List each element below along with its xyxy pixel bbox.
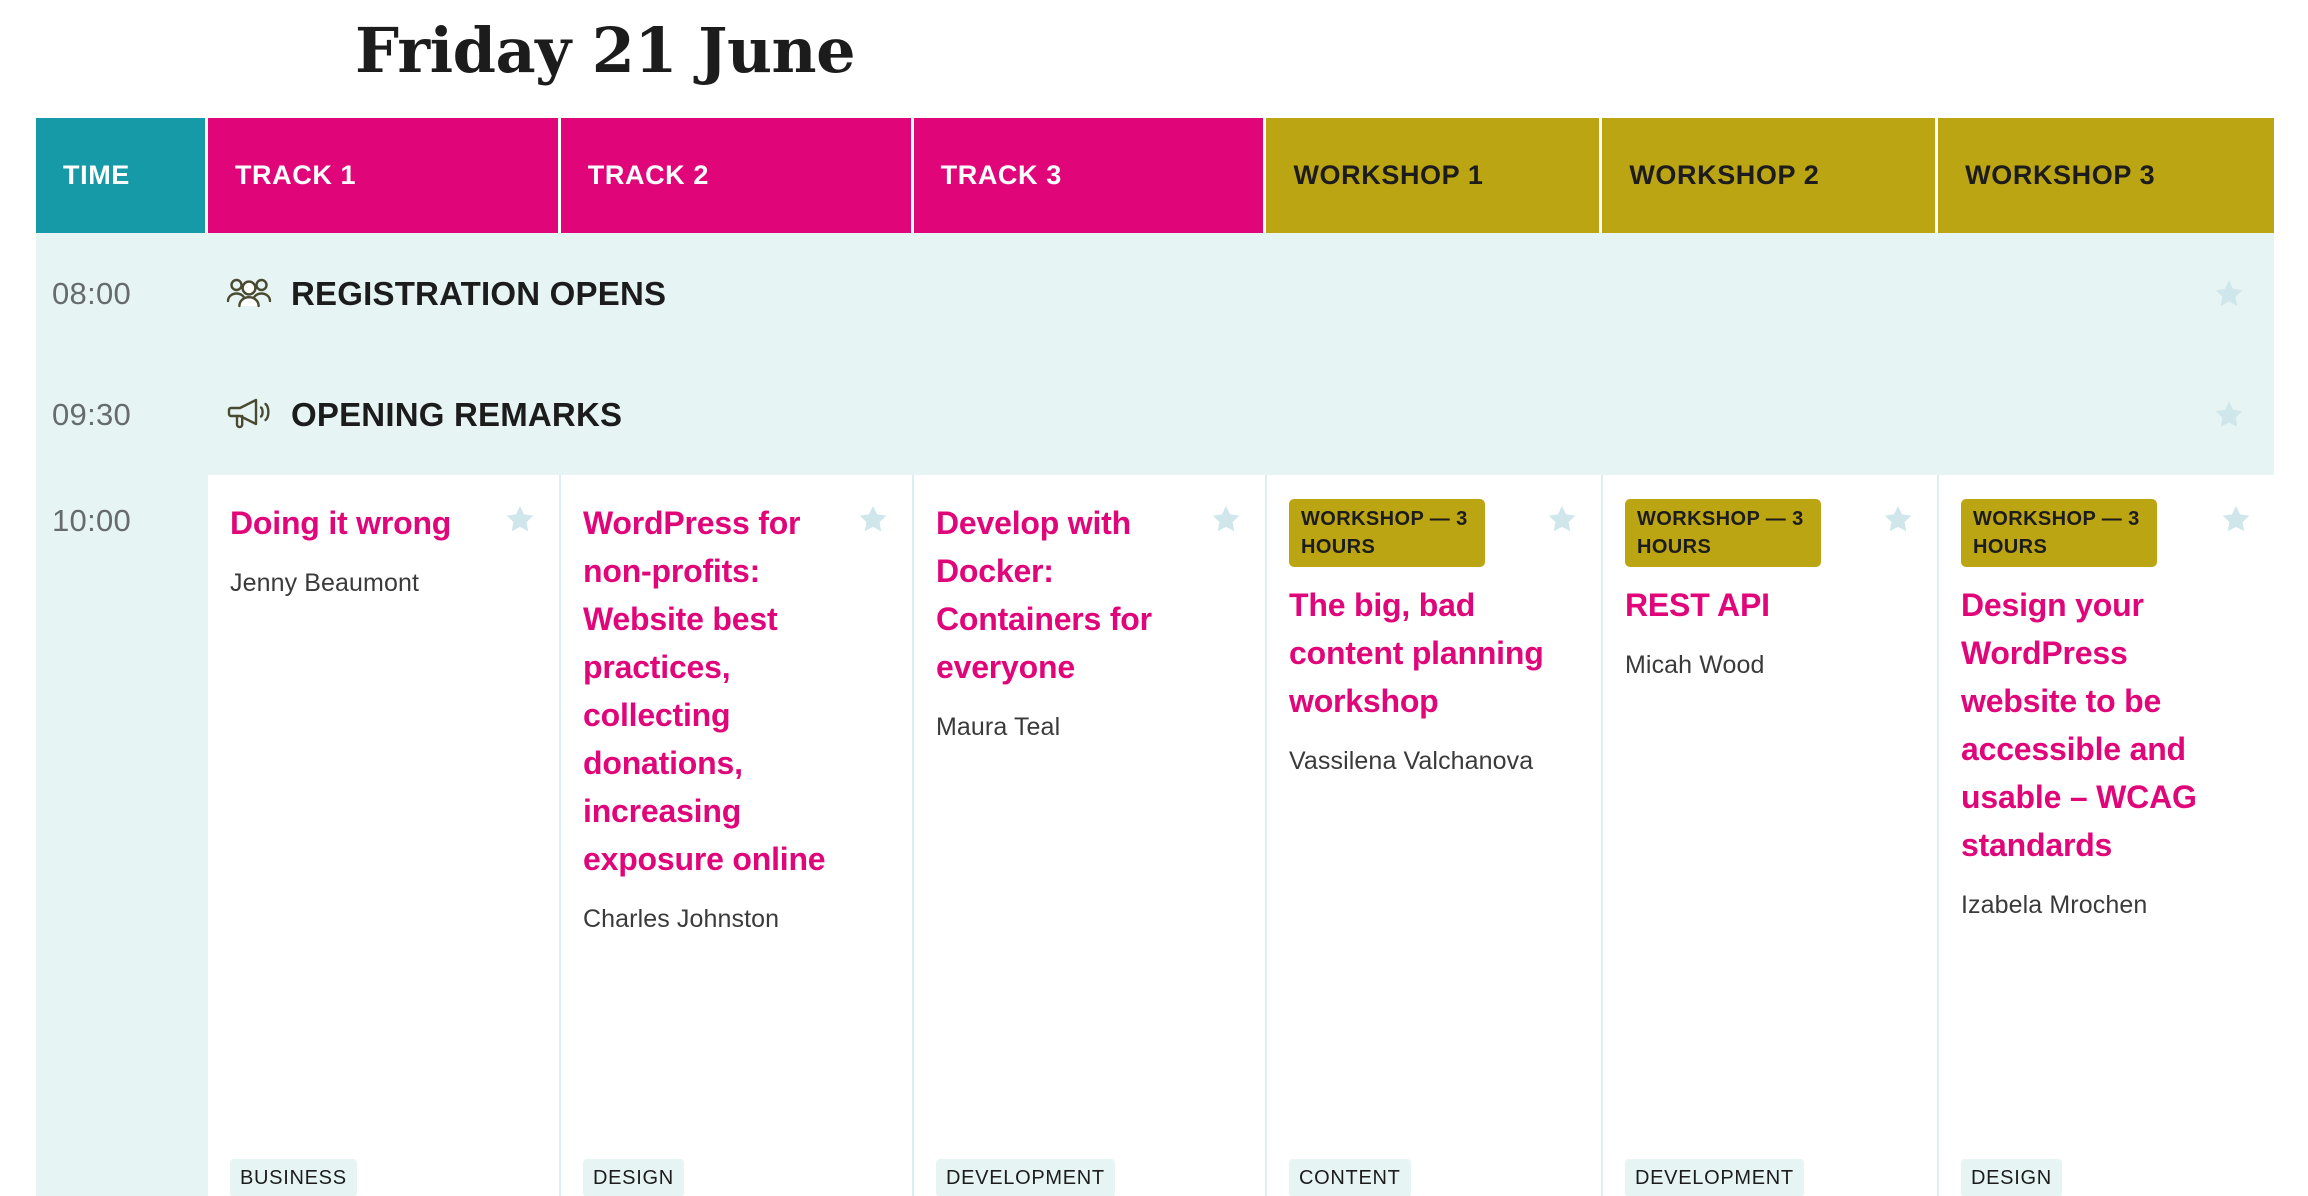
plenary-label-opening-remarks: OPENING REMARKS [291,395,623,433]
schedule-page: Friday 21 June TIME TRACK 1 TRACK 2 TRAC… [0,0,2308,1196]
session-speaker: Maura Teal [936,713,1061,741]
workshop-duration-badge: WORKSHOP — 3 HOURS [1289,499,1485,567]
megaphone-icon [226,395,272,435]
session-title[interactable]: Design your WordPress website to be acce… [1961,581,2253,869]
session-title[interactable]: Doing it wrong [230,499,537,547]
session-cell-workshop-3[interactable]: WORKSHOP — 3 HOURS Design your WordPress… [1939,475,2275,1196]
session-cells: Doing it wrong Jenny Beaumont BUSINESS W… [208,475,2275,1196]
column-header-track-2: TRACK 2 [560,118,914,233]
column-header-time: TIME [36,118,208,233]
session-cell-workshop-1[interactable]: WORKSHOP — 3 HOURS The big, bad content … [1267,475,1603,1196]
row-time-0800: 08:00 [52,275,132,311]
plenary-content-opening-remarks: OPENING REMARKS [208,395,622,435]
session-category-tag[interactable]: CONTENT [1289,1159,1411,1196]
star-icon[interactable] [856,503,890,536]
session-speaker: Vassilena Valchanova [1289,747,1534,775]
plenary-row-registration[interactable]: 08:00 REGISTRATION OPENS [36,233,2274,354]
cell-spacer [936,750,1243,1159]
session-cell-workshop-2[interactable]: WORKSHOP — 3 HOURS REST API Micah Wood D… [1603,475,1939,1196]
star-icon[interactable] [503,503,537,536]
star-icon[interactable] [2219,503,2253,536]
session-category-tag[interactable]: DEVELOPMENT [936,1159,1115,1196]
star-icon[interactable] [1545,503,1579,536]
session-category-tag[interactable]: DESIGN [583,1159,684,1196]
column-header-track-1: TRACK 1 [207,118,561,233]
star-icon[interactable] [1881,503,1915,536]
cell-spacer [1289,784,1579,1159]
star-icon[interactable] [2212,398,2246,431]
session-speaker: Izabela Mrochen [1961,891,2148,919]
people-group-icon [226,274,272,314]
workshop-duration-badge: WORKSHOP — 3 HOURS [1961,499,2157,567]
session-title[interactable]: REST API [1625,581,1915,629]
column-header-track-3: TRACK 3 [913,118,1267,233]
session-cell-track-3[interactable]: Develop with Docker: Containers for ever… [914,475,1267,1196]
star-icon[interactable] [2212,277,2246,310]
cell-spacer [230,606,537,1159]
session-cell-track-2[interactable]: WordPress for non-profits: Website best … [561,475,914,1196]
schedule-header-row: TIME TRACK 1 TRACK 2 TRACK 3 WORKSHOP 1 … [36,118,2274,233]
column-header-workshop-2: WORKSHOP 2 [1602,118,1939,233]
plenary-content-registration: REGISTRATION OPENS [208,274,666,314]
session-title[interactable]: Develop with Docker: Containers for ever… [936,499,1243,691]
plenary-row-opening-remarks[interactable]: 09:30 OPENING REMARKS [36,354,2274,475]
star-icon[interactable] [1209,503,1243,536]
workshop-duration-badge: WORKSHOP — 3 HOURS [1625,499,1821,567]
column-header-workshop-3: WORKSHOP 3 [1938,118,2274,233]
session-row-1000: 10:00 Doing it wrong Jenny Beaumont BUSI… [36,475,2275,1196]
session-speaker: Jenny Beaumont [230,569,420,597]
plenary-label-registration: REGISTRATION OPENS [291,274,667,312]
row-time-0930: 09:30 [52,396,132,432]
session-category-tag[interactable]: DESIGN [1961,1159,2062,1196]
session-title[interactable]: WordPress for non-profits: Website best … [583,499,890,883]
column-header-workshop-1: WORKSHOP 1 [1266,118,1603,233]
session-speaker: Charles Johnston [583,905,780,933]
session-title[interactable]: The big, bad content planning workshop [1289,581,1579,725]
schedule-grid: TIME TRACK 1 TRACK 2 TRACK 3 WORKSHOP 1 … [36,118,2275,1196]
cell-spacer [1961,928,2253,1159]
cell-spacer [583,942,890,1159]
session-category-tag[interactable]: BUSINESS [230,1159,357,1196]
cell-spacer [1625,688,1915,1159]
row-time-1000: 10:00 [36,475,208,1196]
page-title: Friday 21 June [355,14,856,87]
session-category-tag[interactable]: DEVELOPMENT [1625,1159,1804,1196]
session-speaker: Micah Wood [1625,651,1765,679]
session-cell-track-1[interactable]: Doing it wrong Jenny Beaumont BUSINESS [208,475,561,1196]
